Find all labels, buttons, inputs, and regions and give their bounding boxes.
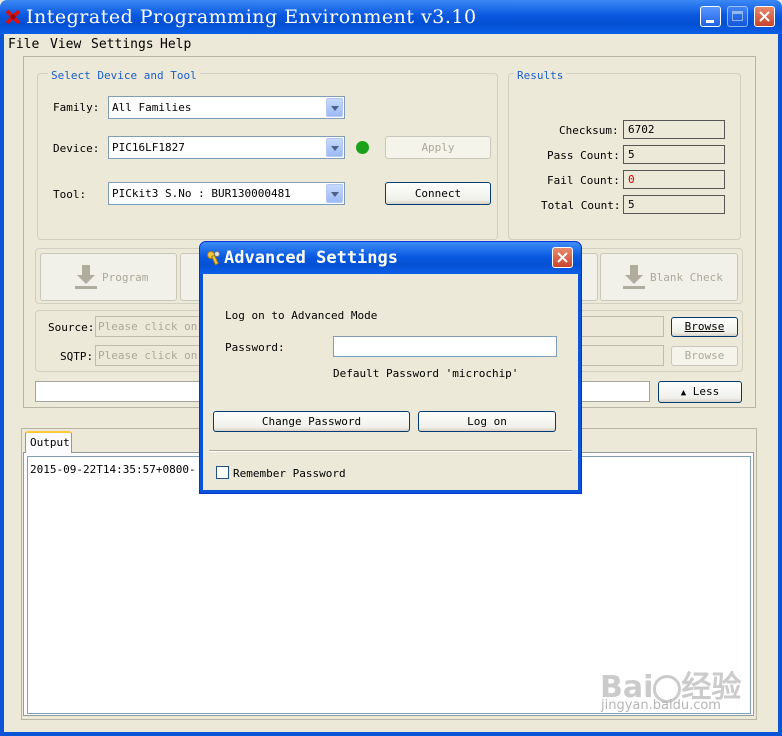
menu-help[interactable]: Help <box>160 37 191 52</box>
dialog-close-button[interactable] <box>552 247 573 268</box>
browse-source-label: Browse <box>684 320 725 333</box>
results-title: Results <box>514 69 567 82</box>
logon-button[interactable]: Log on <box>418 411 556 432</box>
device-select[interactable]: PIC16LF1827 <box>108 136 345 159</box>
close-icon <box>557 252 568 263</box>
less-button[interactable]: ▲ Less <box>658 381 742 403</box>
source-label: Source: <box>48 321 95 334</box>
output-tab-label: Output <box>30 436 70 449</box>
checksum-value: 6702 <box>623 120 725 139</box>
device-value: PIC16LF1827 <box>112 141 185 154</box>
checksum-label: Checksum: <box>559 124 619 137</box>
browse-sqtp-button[interactable]: Browse <box>671 346 738 366</box>
program-label: Program <box>102 271 149 284</box>
fail-count-label: Fail Count: <box>547 174 620 187</box>
chevron-down-icon[interactable] <box>326 138 343 157</box>
remember-password-checkbox[interactable] <box>216 466 229 479</box>
dialog-title-bar[interactable]: Advanced Settings <box>200 242 581 274</box>
pass-count-label: Pass Count: <box>547 149 620 162</box>
minimize-icon <box>706 20 714 23</box>
blank-check-button[interactable]: Blank Check <box>600 253 738 301</box>
status-indicator <box>356 141 369 154</box>
window-border-left <box>0 34 4 736</box>
default-password-hint: Default Password 'microchip' <box>333 367 519 380</box>
remember-password-label[interactable]: Remember Password <box>233 467 346 480</box>
tool-value: PICkit3 S.No : BUR130000481 <box>112 187 291 200</box>
device-group-title: Select Device and Tool <box>48 69 200 82</box>
output-line: 2015-09-22T14:35:57+0800- Co <box>30 463 216 476</box>
watermark-url: jingyan.baidu.com <box>601 698 721 713</box>
tab-output[interactable]: Output <box>25 431 72 453</box>
less-label: Less <box>692 385 720 398</box>
pass-count-value: 5 <box>623 145 725 164</box>
device-label: Device: <box>53 142 100 155</box>
dialog-body: Log on to Advanced Mode Password: Defaul… <box>203 274 578 490</box>
password-label: Password: <box>225 341 285 354</box>
chevron-down-icon[interactable] <box>326 98 343 117</box>
window-title: Integrated Programming Environment v3.10 <box>26 6 477 28</box>
close-icon <box>759 11 770 22</box>
sqtp-label: SQTP: <box>60 350 94 363</box>
dialog-title: Advanced Settings <box>224 248 398 268</box>
family-label: Family: <box>53 101 100 114</box>
family-value: All Families <box>112 101 192 114</box>
connect-button[interactable]: Connect <box>385 182 491 205</box>
blank-check-label: Blank Check <box>650 271 723 284</box>
keys-icon <box>207 251 220 266</box>
check-arrow-icon <box>623 265 645 289</box>
dialog-divider <box>209 450 572 452</box>
total-count-value: 5 <box>623 195 725 214</box>
total-count-label: Total Count: <box>541 199 621 212</box>
erase-button-partial[interactable] <box>580 253 598 301</box>
download-arrow-icon <box>75 265 97 289</box>
family-select[interactable]: All Families <box>108 96 345 119</box>
maximize-icon <box>732 11 743 21</box>
tool-select[interactable]: PICkit3 S.No : BUR130000481 <box>108 182 345 205</box>
chevron-down-icon[interactable] <box>326 184 343 203</box>
minimize-button[interactable] <box>700 6 721 27</box>
tool-label: Tool: <box>53 188 87 201</box>
collapse-up-icon: ▲ <box>680 388 687 398</box>
menu-settings[interactable]: Settings <box>91 37 154 52</box>
menu-file[interactable]: File <box>8 37 39 52</box>
app-icon <box>5 9 21 25</box>
window-border-bottom <box>0 732 782 736</box>
window-border-right <box>778 34 782 736</box>
advanced-settings-dialog: Advanced Settings Log on to Advanced Mod… <box>199 241 582 494</box>
menu-view[interactable]: View <box>50 37 81 52</box>
apply-button[interactable]: Apply <box>385 136 491 159</box>
maximize-button[interactable] <box>727 6 748 27</box>
browse-source-button[interactable]: Browse <box>671 317 738 337</box>
close-button[interactable] <box>754 6 775 27</box>
fail-count-value: 0 <box>623 170 725 189</box>
logon-heading: Log on to Advanced Mode <box>225 309 378 322</box>
program-button[interactable]: Program <box>40 253 177 301</box>
change-password-button[interactable]: Change Password <box>213 411 410 432</box>
password-field[interactable] <box>333 336 557 357</box>
